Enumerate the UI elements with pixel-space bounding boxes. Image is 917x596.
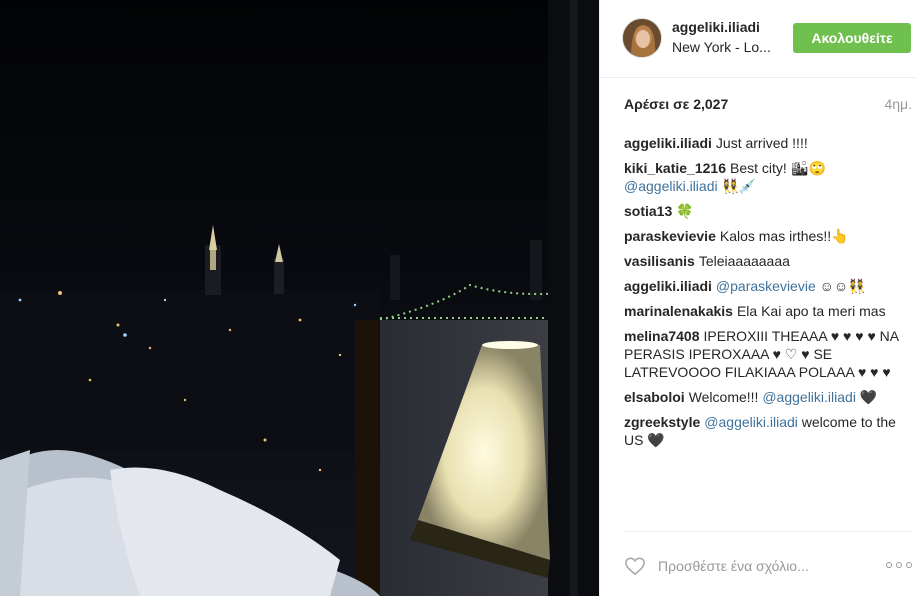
comment-text: Kalos mas irthes!!👆 <box>719 228 849 244</box>
comment-username[interactable]: vasilisanis <box>624 253 695 269</box>
heart-icon[interactable] <box>624 556 646 576</box>
comment-mention[interactable]: @aggeliki.iliadi <box>704 414 798 430</box>
avatar[interactable] <box>622 18 662 58</box>
comment-text: Ela Kai apo ta meri mas <box>736 303 886 319</box>
comments-list: aggeliki.iliadi Just arrived !!!! kiki_ka… <box>624 134 912 456</box>
comment-item: sotia13 🍀 <box>624 202 912 220</box>
comment-text: Just arrived !!!! <box>715 135 808 151</box>
comment-mention[interactable]: @aggeliki.iliadi <box>624 178 718 194</box>
comment-item: melina7408 IPEROXIII THEAAA ♥ ♥ ♥ ♥ NA PE… <box>624 327 912 381</box>
location-link[interactable]: New York - Lo... <box>672 39 771 55</box>
post-modal: aggeliki.iliadi New York - Lo... Ακολουθ… <box>0 0 917 596</box>
dot-icon <box>896 562 902 568</box>
comment-tail: 🖤 <box>859 389 878 405</box>
username-link[interactable]: aggeliki.iliadi <box>672 19 760 35</box>
comment-item: aggeliki.iliadi Just arrived !!!! <box>624 134 912 152</box>
comment-item: zgreekstyle @aggeliki.iliadi welcome to t… <box>624 413 912 449</box>
comment-username[interactable]: melina7408 <box>624 328 700 344</box>
comment-tail: 👯‍♀️💉 <box>721 178 757 194</box>
comment-username[interactable]: sotia13 <box>624 203 672 219</box>
following-button[interactable]: Ακολουθείτε <box>793 23 911 53</box>
comment-username[interactable]: elsaboloi <box>624 389 685 405</box>
comment-text: Teleiaaaaaaaa <box>698 253 790 269</box>
comment-item: paraskevievie Kalos mas irthes!!👆 <box>624 227 912 245</box>
comment-text: Welcome!!! <box>688 389 759 405</box>
comment-mention[interactable]: @aggeliki.iliadi <box>762 389 856 405</box>
comment-username[interactable]: paraskevievie <box>624 228 716 244</box>
comment-text: Best city! 🏙🙄 <box>729 160 826 176</box>
dot-icon <box>906 562 912 568</box>
city-night-image <box>0 0 599 596</box>
post-details-panel: aggeliki.iliadi New York - Lo... Ακολουθ… <box>599 0 917 596</box>
post-header: aggeliki.iliadi New York - Lo... Ακολουθ… <box>600 0 917 78</box>
likes-row: Αρέσει σε 2,027 4ημ. <box>624 96 912 116</box>
more-options-icon[interactable] <box>886 558 912 572</box>
comment-footer <box>624 531 912 596</box>
likes-count[interactable]: Αρέσει σε 2,027 <box>624 96 728 112</box>
avatar-image <box>623 19 661 57</box>
comment-tail: ☺☺👯 <box>819 278 866 294</box>
comment-text: 🍀 <box>676 203 694 219</box>
comment-item: kiki_katie_1216 Best city! 🏙🙄 @aggeliki.i… <box>624 159 912 195</box>
add-comment-input[interactable] <box>658 556 868 576</box>
comment-username[interactable]: marinalenakakis <box>624 303 733 319</box>
comment-mention[interactable]: @paraskevievie <box>716 278 816 294</box>
comment-username[interactable]: zgreekstyle <box>624 414 700 430</box>
comment-item: aggeliki.iliadi @paraskevievie ☺☺👯 <box>624 277 912 295</box>
comment-username[interactable]: aggeliki.iliadi <box>624 278 712 294</box>
post-photo[interactable] <box>0 0 599 596</box>
post-time[interactable]: 4ημ. <box>884 96 912 112</box>
comment-item: marinalenakakis Ela Kai apo ta meri mas <box>624 302 912 320</box>
comment-username[interactable]: aggeliki.iliadi <box>624 135 712 151</box>
dot-icon <box>886 562 892 568</box>
comment-item: vasilisanis Teleiaaaaaaaa <box>624 252 912 270</box>
comment-item: elsaboloi Welcome!!! @aggeliki.iliadi 🖤 <box>624 388 912 406</box>
comment-username[interactable]: kiki_katie_1216 <box>624 160 726 176</box>
